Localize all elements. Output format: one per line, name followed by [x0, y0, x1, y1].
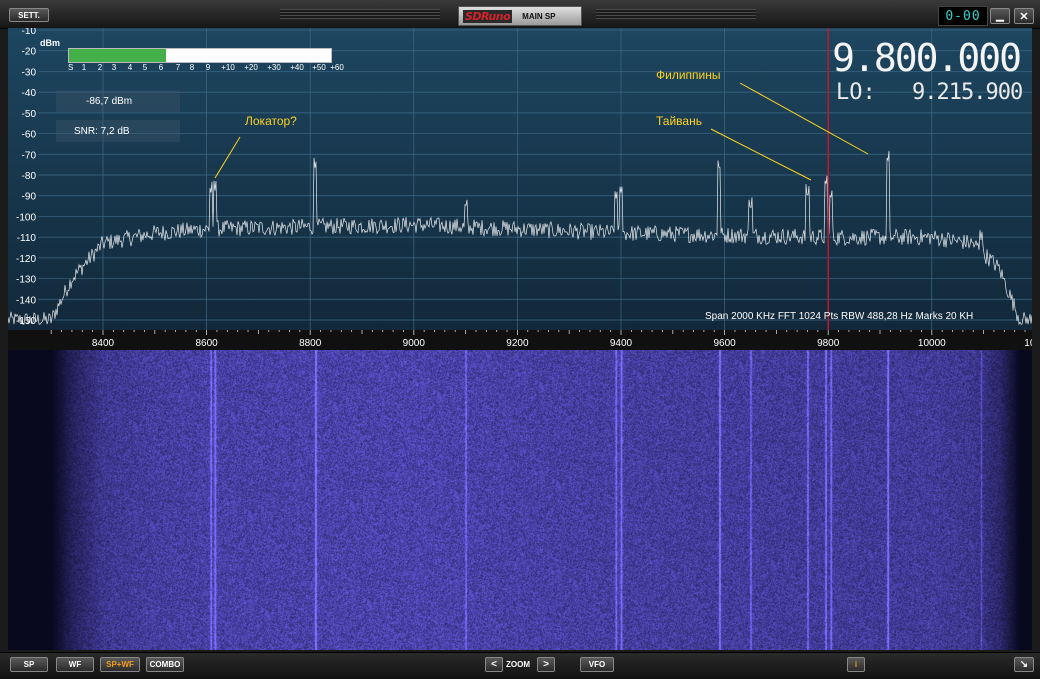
- drag-grip-right[interactable]: [596, 9, 756, 19]
- sp-button[interactable]: SP: [10, 657, 48, 672]
- lo-frequency[interactable]: 9.215.900: [912, 80, 1023, 105]
- annotation-taiwan: Тайвань: [656, 114, 702, 128]
- y-tick-label: -60: [22, 130, 37, 141]
- s-meter-label: 3: [111, 63, 117, 72]
- y-tick-label: -10: [22, 28, 37, 37]
- wf-button[interactable]: WF: [56, 657, 94, 672]
- y-tick-label: -30: [22, 67, 37, 78]
- bottom-toolbar: SP WF SP+WF COMBO < ZOOM > VFO i ↘: [0, 652, 1040, 679]
- frequency-display[interactable]: 9.800.000: [830, 36, 1022, 80]
- s-meter-label: 1: [81, 63, 87, 72]
- snr-readout: SNR: 7,2 dB: [56, 120, 180, 142]
- settings-button[interactable]: SETT.: [9, 8, 49, 22]
- s-meter-label: 7: [175, 63, 181, 72]
- dbm-unit-label: dBm: [40, 38, 60, 48]
- s-meter-label: +30: [267, 63, 281, 72]
- vfo-button[interactable]: VFO: [580, 657, 614, 672]
- s-meter-label: +40: [290, 63, 304, 72]
- title-bar[interactable]: SETT. SDRuno MAIN SP 0-00 ▁ ✕: [0, 0, 1040, 29]
- s-meter-label: 9: [205, 63, 211, 72]
- resize-button[interactable]: ↘: [1014, 657, 1034, 672]
- sp-wf-button[interactable]: SP+WF: [100, 657, 140, 672]
- y-tick-label: -90: [22, 192, 37, 203]
- snr-value: SNR: 7,2 dB: [74, 125, 130, 137]
- x-tick-label: 8400: [92, 338, 115, 349]
- drag-grip-left[interactable]: [280, 9, 440, 19]
- s-meter-fill: [69, 49, 166, 62]
- y-tick-label: -80: [22, 171, 37, 182]
- resize-icon: ↘: [1019, 659, 1029, 670]
- clock-display: 0-00: [938, 6, 988, 26]
- info-button[interactable]: i: [847, 657, 865, 672]
- s-meter-label: 8: [189, 63, 195, 72]
- x-tick-label: 9600: [713, 338, 736, 349]
- zoom-next-button[interactable]: >: [537, 657, 555, 672]
- s-meter-label: +50: [312, 63, 326, 72]
- zoom-prev-button[interactable]: <: [485, 657, 503, 672]
- x-tick-label: 9400: [610, 338, 633, 349]
- zoom-label: ZOOM: [506, 660, 530, 669]
- sdr-main-window: SETT. SDRuno MAIN SP 0-00 ▁ ✕ -10 -20 -30 -…: [0, 0, 1040, 679]
- y-tick-label: -50: [22, 109, 37, 120]
- x-tick-label: 1020: [1024, 338, 1032, 349]
- minimize-button[interactable]: ▁: [990, 8, 1010, 24]
- annotation-philippines: Филиппины: [656, 68, 721, 82]
- spectrum-info-line: Span 2000 KHz FFT 1024 Pts RBW 488,28 Hz…: [705, 311, 974, 322]
- lo-label: LO:: [836, 80, 876, 105]
- close-button[interactable]: ✕: [1014, 8, 1034, 24]
- y-tick-label: -140: [16, 295, 36, 306]
- minimize-icon: ▁: [996, 10, 1004, 22]
- combo-button[interactable]: COMBO: [146, 657, 184, 672]
- y-tick-label: -100: [16, 212, 36, 223]
- frequency-axis[interactable]: 8400 8600 8800 9000 9200 9400 9600 9800 10000 102…: [8, 330, 1032, 350]
- y-tick-label: -20: [22, 47, 37, 58]
- y-tick-label: -40: [22, 88, 37, 99]
- level-readout: -86,7 dBm: [56, 90, 180, 112]
- s-meter-label: +20: [244, 63, 258, 72]
- window-name: MAIN SP: [522, 11, 556, 21]
- s-meter-label: 4: [127, 63, 133, 72]
- s-meter-label: S: [68, 63, 74, 72]
- s-meter-scale: S 1 2 3 4 5 6 7 8 9 +10 +20 +30 +40 +50 +60: [68, 63, 344, 73]
- waterfall-display[interactable]: [8, 350, 1032, 650]
- annotation-locator: Локатор?: [245, 114, 297, 128]
- y-tick-label: -70: [22, 150, 37, 161]
- y-tick-label: -120: [16, 254, 36, 265]
- logo-text: SDRuno: [463, 9, 513, 23]
- y-tick-label: -130: [16, 275, 36, 286]
- x-tick-label: 9000: [403, 338, 426, 349]
- x-tick-label: 8800: [299, 338, 322, 349]
- s-meter-label: +60: [330, 63, 344, 72]
- app-logo: SDRuno MAIN SP: [458, 6, 582, 26]
- s-meter: [68, 48, 332, 63]
- s-meter-label: 6: [158, 63, 164, 72]
- level-value: -86,7 dBm: [86, 95, 133, 107]
- y-tick-label: -110: [17, 233, 37, 244]
- s-meter-label: +10: [221, 63, 235, 72]
- s-meter-label: 5: [142, 63, 148, 72]
- x-tick-label: 8600: [195, 338, 218, 349]
- x-axis-ticks: 8400 8600 8800 9000 9200 9400 9600 9800 10000 102…: [50, 330, 1032, 349]
- x-tick-label: 10000: [918, 338, 946, 349]
- x-tick-label: 9800: [817, 338, 840, 349]
- close-icon: ✕: [1019, 10, 1029, 23]
- x-tick-label: 9200: [506, 338, 529, 349]
- s-meter-label: 2: [97, 63, 103, 72]
